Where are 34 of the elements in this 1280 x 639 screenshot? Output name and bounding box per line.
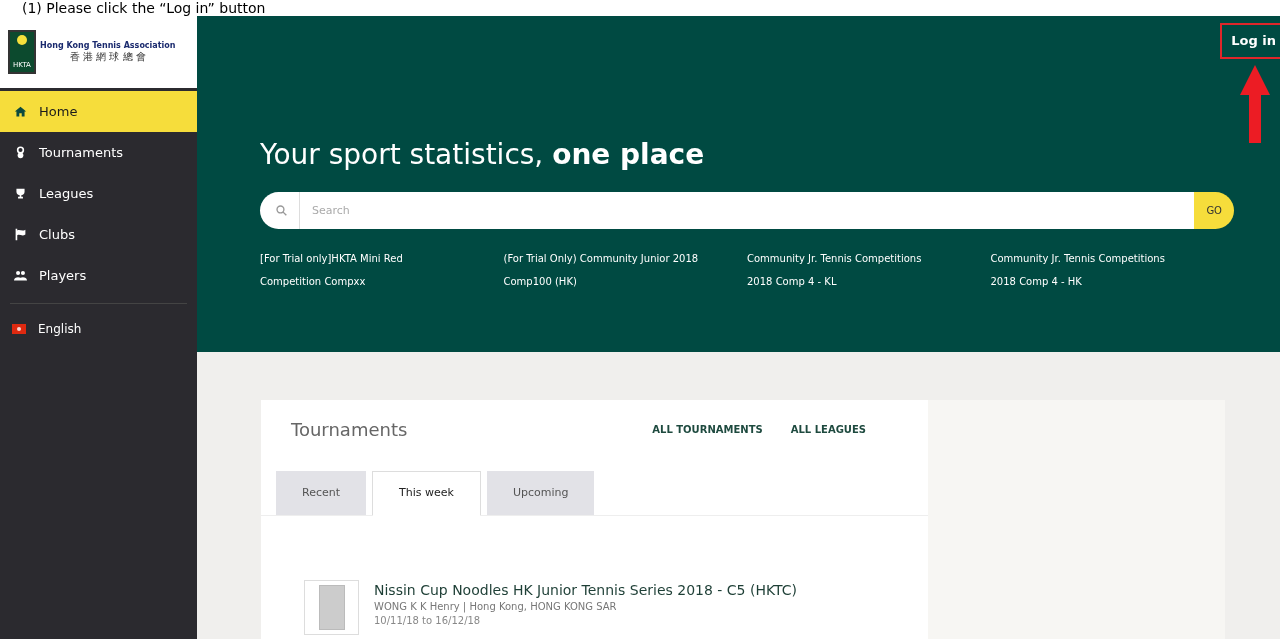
quick-link[interactable]: Community Jr. Tennis Competitions 2018 Comp 4 - HK	[990, 247, 1234, 293]
section-link[interactable]: ALL TOURNAMENTS	[652, 421, 763, 437]
flag-icon	[12, 324, 26, 334]
section-link[interactable]: ALL LEAGUES	[790, 421, 866, 437]
section-title: Tournaments	[291, 417, 409, 442]
sidebar-item[interactable]: Home	[0, 91, 197, 132]
tab[interactable]: Upcoming	[486, 471, 595, 515]
tournament-logo	[304, 580, 359, 635]
tournament-dates: 10/11/18 to 16/12/18	[374, 614, 482, 628]
instruction-text: (1) Please click the “Log in” button	[21, 0, 267, 16]
logo-name: Hong Kong Tennis Association	[40, 40, 176, 51]
login-button[interactable]: Log in	[1220, 23, 1280, 59]
tab[interactable]: Recent	[276, 471, 367, 515]
logo-chinese-name: 香 港 網 球 總 會	[69, 50, 146, 64]
tournament-name[interactable]: Nissin Cup Noodles HK Junior Tennis Series 2018 - C5 (HKTC)	[374, 580, 797, 600]
flag-icon	[14, 228, 27, 241]
quick-link[interactable]: Community Jr. Tennis Competitions 2018 Comp 4 - KL	[747, 247, 991, 293]
sidebar-item[interactable]: Tournaments	[0, 132, 197, 173]
medal-icon	[14, 146, 27, 159]
sidebar-item[interactable]: Clubs	[0, 214, 197, 255]
language-selector[interactable]: English	[0, 311, 197, 347]
go-button[interactable]: GO	[1194, 192, 1234, 229]
sidebar-item[interactable]: Leagues	[0, 173, 197, 214]
quick-link[interactable]: [For Trial only]HKTA Mini Red Competition Compxx	[260, 247, 504, 293]
people-icon	[14, 269, 27, 282]
home-icon	[14, 105, 27, 118]
tab[interactable]: This week	[372, 471, 481, 516]
search-icon	[276, 205, 287, 216]
tournament-organizer: WONG K K Henry | Hong Kong, HONG KONG SAR	[374, 600, 618, 614]
quick-link[interactable]: (For Trial Only) Community Junior 2018 Comp100 (HK)	[503, 247, 747, 293]
trophy-icon	[14, 187, 27, 200]
search-field[interactable]: Search	[299, 192, 1195, 229]
sidebar-item[interactable]: Players	[0, 255, 197, 296]
hero-title: Your sport statistics, one place	[260, 137, 706, 172]
